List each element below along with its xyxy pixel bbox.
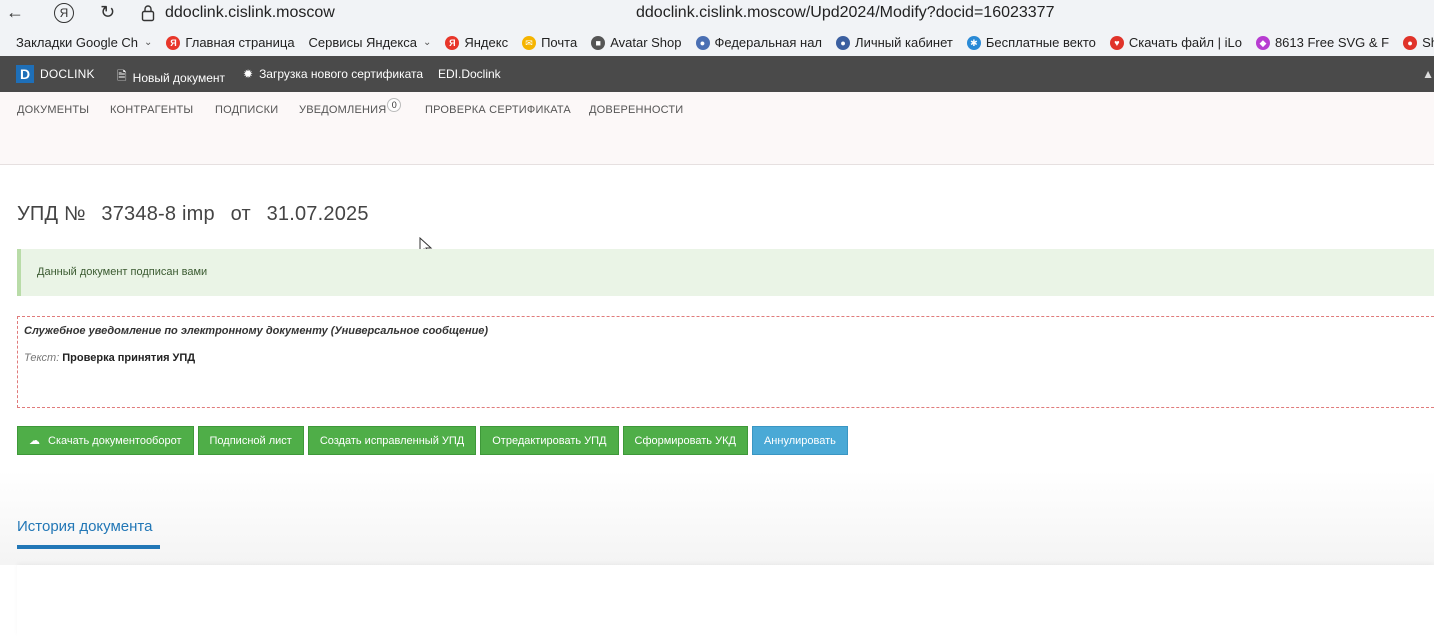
doc-from-label: от — [230, 203, 251, 225]
bookmarks-bar: Закладки Google Ch ⌄ Я Главная страница Серв… — [0, 29, 1434, 56]
bookmark-label: Сервисы Яндекса — [308, 35, 417, 50]
lock-icon — [141, 5, 155, 22]
edit-upd-button[interactable]: Отредактировать УПД — [480, 426, 619, 455]
bookmark-label: Личный кабинет — [855, 35, 953, 50]
history-section — [0, 470, 1434, 565]
edi-doclink-link[interactable]: EDI.Doclink — [438, 67, 501, 81]
nav-notifications[interactable]: УВЕДОМЛЕНИЯ 0 — [299, 98, 402, 118]
bookmark-favicon-icon: ● — [1403, 35, 1418, 50]
bookmark-favicon-icon: ♥ — [1109, 35, 1124, 50]
notice-title: Служебное уведомление по электронному до… — [24, 325, 489, 337]
form-ukd-button[interactable]: Сформировать УКД — [622, 426, 748, 455]
signed-status-alert: Данный документ подписан вами — [17, 249, 1434, 296]
new-document-link[interactable]: 🗎 Новый документ — [117, 67, 225, 88]
bookmark-item[interactable]: ♥ Скачать файл | iLo — [1109, 35, 1242, 50]
signed-status-text: Данный документ подписан вами — [37, 266, 208, 278]
yandex-button[interactable]: Я — [54, 3, 74, 23]
bookmark-favicon-icon: ✉ — [522, 35, 537, 50]
bookmark-label: Shi — [1422, 35, 1434, 50]
nav-documents[interactable]: ДОКУМЕНТЫ — [17, 104, 89, 116]
chevron-down-icon: ⌄ — [144, 37, 153, 48]
bookmark-favicon-icon: ✱ — [966, 35, 981, 50]
bookmark-item[interactable]: ■ Avatar Shop — [591, 35, 682, 50]
bookmark-item[interactable]: ◆ 8613 Free SVG & F — [1255, 35, 1390, 50]
tab-document-history[interactable]: История документа — [17, 518, 152, 535]
app-topbar: D DOCLINK 🗎 Новый документ ✹ Загрузка но… — [0, 56, 1434, 92]
bookmark-favicon-icon: ◆ — [1255, 35, 1270, 50]
browser-address-bar: ← Я ↻ ddoclink.cislink.moscow ddoclink.c… — [0, 0, 1434, 29]
nav-subscriptions[interactable]: ПОДПИСКИ — [215, 104, 278, 116]
bookmark-item[interactable]: ✉ Почта — [522, 35, 577, 50]
download-workflow-button[interactable]: ☁ Скачать документооборот — [17, 426, 194, 455]
history-content — [17, 565, 1434, 636]
bookmark-favicon-icon: ● — [836, 35, 851, 50]
bookmark-item[interactable]: Сервисы Яндекса ⌄ — [309, 35, 432, 50]
url-host[interactable]: ddoclink.cislink.moscow — [165, 4, 335, 22]
create-corrected-upd-button[interactable]: Создать исправленный УПД — [307, 426, 477, 455]
main-nav: ДОКУМЕНТЫ КОНТРАГЕНТЫ ПОДПИСКИ УВЕДОМЛЕН… — [0, 92, 1434, 165]
bookmark-label: Яндекс — [464, 35, 509, 50]
document-icon: 🗎 — [117, 69, 127, 83]
bookmark-label: Скачать файл | iLo — [1128, 35, 1242, 50]
page-title: УПД № 37348-8 imp от 31.07.2025 — [17, 203, 379, 226]
bookmark-label: Почта — [541, 35, 578, 50]
bookmark-favicon-icon: Я — [166, 35, 181, 50]
bookmark-label: Закладки Google Ch — [16, 35, 139, 50]
action-buttons: ☁ Скачать документооборот Подписной лист… — [17, 426, 852, 455]
annul-button[interactable]: Аннулировать — [751, 426, 848, 455]
reload-icon[interactable]: ↻ — [100, 2, 115, 23]
notifications-count-badge: 0 — [387, 98, 402, 112]
bookmark-item[interactable]: Закладки Google Ch ⌄ — [16, 35, 152, 50]
bookmark-item[interactable]: Я Главная страница — [166, 35, 295, 50]
doclink-logo-icon[interactable]: D — [16, 65, 34, 83]
back-icon[interactable]: ← — [6, 2, 24, 23]
bookmark-label: Федеральная нал — [714, 35, 823, 50]
bookmark-item[interactable]: ✱ Бесплатные векто — [966, 35, 1096, 50]
bookmark-item[interactable]: ● Федеральная нал — [695, 35, 823, 50]
nav-certificate-check[interactable]: ПРОВЕРКА СЕРТИФИКАТА — [425, 104, 571, 116]
chevron-down-icon: ⌄ — [422, 37, 432, 48]
doc-date: 31.07.2025 — [266, 203, 369, 225]
bookmark-favicon-icon: ● — [695, 35, 710, 50]
notice-text: Текст: Проверка принятия УПД — [24, 352, 195, 364]
upload-certificate-label: Загрузка нового сертификата — [259, 67, 424, 81]
bookmark-item[interactable]: Я Яндекс — [445, 35, 508, 50]
doc-number: 37348-8 imp — [101, 203, 215, 225]
nav-power-of-attorney[interactable]: ДОВЕРЕННОСТИ — [589, 104, 683, 116]
bookmark-label: 8613 Free SVG & F — [1274, 35, 1390, 50]
upload-certificate-link[interactable]: ✹ Загрузка нового сертификата — [243, 67, 423, 81]
download-workflow-label: Скачать документооборот — [48, 434, 182, 447]
bookmark-label: Avatar Shop — [610, 35, 682, 50]
doclink-logo-text[interactable]: DOCLINK — [40, 67, 95, 81]
certificate-icon: ✹ — [243, 67, 254, 81]
service-notice-box: Служебное уведомление по электронному до… — [17, 316, 1434, 408]
nav-contractors[interactable]: КОНТРАГЕНТЫ — [110, 104, 193, 116]
bookmark-favicon-icon: Я — [445, 35, 460, 50]
bookmark-label: Бесплатные векто — [985, 35, 1096, 50]
bookmark-item[interactable]: ● Shi — [1403, 35, 1434, 50]
bookmark-item[interactable]: ● Личный кабинет — [836, 35, 953, 50]
notice-text-value: Проверка принятия УПД — [62, 352, 196, 364]
cloud-download-icon: ☁ — [29, 435, 40, 447]
nav-notifications-label: УВЕДОМЛЕНИЯ — [299, 104, 387, 116]
url-full[interactable]: ddoclink.cislink.moscow/Upd2024/Modify?d… — [636, 4, 1054, 22]
doc-type-label: УПД № — [17, 203, 86, 225]
bookmark-label: Главная страница — [185, 35, 295, 50]
user-icon[interactable]: ▲ — [1422, 67, 1434, 81]
new-document-label: Новый документ — [132, 70, 226, 85]
active-tab-underline — [17, 545, 160, 549]
signature-sheet-button[interactable]: Подписной лист — [197, 426, 304, 455]
bookmark-favicon-icon: ■ — [591, 35, 606, 50]
notice-text-label: Текст: — [24, 352, 60, 364]
